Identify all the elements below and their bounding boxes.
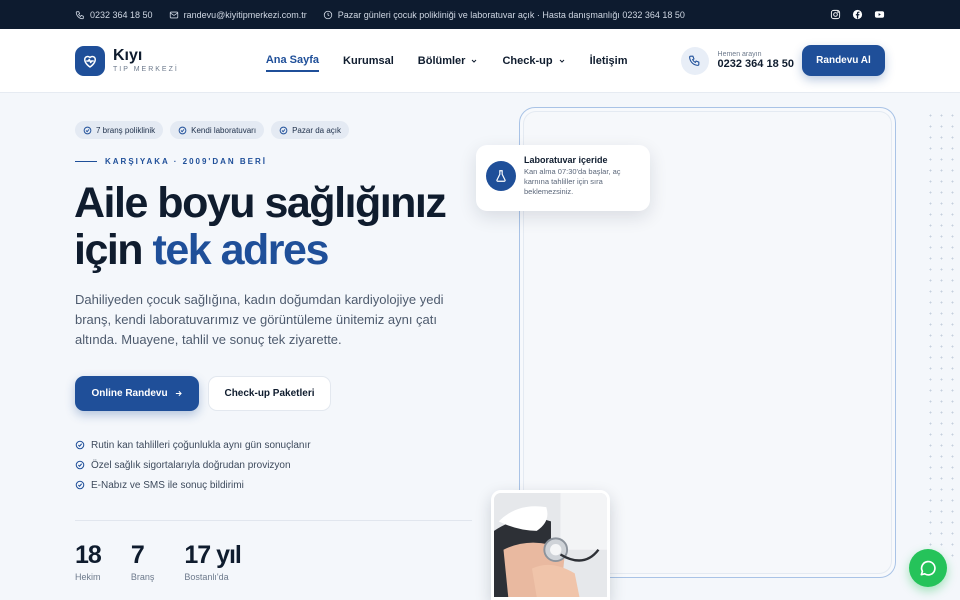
topbar-phone[interactable]: 0232 364 18 50: [75, 10, 153, 20]
hero-description: Dahiliyeden çocuk sağlığına, kadın doğum…: [75, 292, 444, 347]
nav-home[interactable]: Ana Sayfa: [265, 50, 320, 72]
topbar-email-text: randevu@kiyitipmerkezi.com.tr: [183, 9, 307, 20]
check-circle-icon: [75, 460, 85, 470]
online-appointment-button[interactable]: Online Randevu: [75, 376, 199, 411]
nav-departments[interactable]: Bölümler: [418, 50, 479, 72]
stat-years: 17 yıl Bostanlı'da: [184, 541, 242, 582]
hero-title: Aile boyu sağlığınız için tek adres: [74, 179, 447, 274]
logo-mark: [75, 45, 105, 76]
stat-branches: 7 Branş: [130, 541, 155, 582]
logo-subtitle: TIP MERKEZİ: [113, 66, 179, 73]
main-nav: Ana Sayfa Kurumsal Bölümler Check-up İle…: [265, 50, 628, 72]
check-circle-icon: [75, 440, 85, 450]
chip-sunday: Pazar da açık: [271, 121, 349, 139]
call-block[interactable]: Hemen arayın 0232 364 18 50: [680, 46, 794, 75]
feature-chips: 7 branş poliklinik Kendi laboratuvarı Pa…: [75, 121, 349, 139]
youtube-icon[interactable]: [873, 9, 885, 21]
benefit-item: Özel sağlık sigortalarıyla doğrudan prov…: [75, 455, 311, 475]
check-circle-icon: [75, 480, 85, 490]
phone-icon: [689, 55, 700, 66]
chevron-down-icon: [559, 59, 564, 63]
blood-pressure-illustration: [494, 493, 607, 597]
main-header: Kıyı TIP MERKEZİ Ana Sayfa Kurumsal Bölü…: [0, 29, 960, 93]
benefit-item: Rutin kan tahlilleri çoğunlukla aynı gün…: [75, 435, 311, 455]
check-circle-icon: [83, 126, 92, 134]
clock-icon: [323, 10, 332, 19]
chip-lab: Kendi laboratuvarı: [170, 121, 265, 139]
topbar-phone-text: 0232 364 18 50: [90, 9, 153, 20]
heart-pulse-icon: [84, 55, 96, 68]
topbar-email[interactable]: randevu@kiyitipmerkezi.com.tr: [169, 10, 307, 20]
topbar-notice-text: Pazar günleri çocuk polikliniği ve labor…: [337, 9, 685, 20]
hero-eyebrow: KARŞIYAKA · 2009'DAN BERİ: [75, 157, 267, 166]
lab-icon-wrap: [486, 161, 516, 191]
checkup-packages-button[interactable]: Check-up Paketleri: [208, 376, 331, 411]
chip-polyclinic: 7 branş poliklinik: [75, 121, 164, 139]
lab-card-description: Kan alma 07:30'da başlar, aç karnına tah…: [524, 167, 621, 196]
lab-card-title: Laboratuvar içeride: [524, 155, 608, 165]
call-number: 0232 364 18 50: [717, 58, 794, 71]
whatsapp-icon: [920, 560, 936, 576]
phone-icon: [75, 10, 84, 19]
eyebrow-line: [75, 161, 97, 162]
stats-row: 18 Hekim 7 Branş 17 yıl Bostanlı'da: [75, 542, 271, 582]
nav-checkup[interactable]: Check-up: [502, 50, 565, 72]
blood-pressure-photo: [491, 490, 610, 600]
mail-icon: [169, 11, 178, 18]
check-circle-icon: [178, 126, 187, 134]
check-circle-icon: [279, 126, 288, 134]
dot-pattern: [925, 110, 960, 560]
benefit-item: E-Nabız ve SMS ile sonuç bildirimi: [75, 475, 311, 495]
stat-doctors: 18 Hekim: [75, 541, 102, 582]
hero-title-line1: Aile boyu sağlığınız: [74, 179, 447, 227]
hero-title-accent: tek adres: [152, 226, 330, 274]
flask-icon: [496, 170, 506, 182]
stats-divider: [75, 520, 472, 521]
social-links: [829, 9, 885, 21]
facebook-icon[interactable]: [851, 9, 863, 21]
lab-info-card: Laboratuvar içeride Kan alma 07:30'da ba…: [476, 145, 650, 211]
logo[interactable]: Kıyı TIP MERKEZİ: [75, 45, 179, 76]
arrow-right-icon: [175, 390, 182, 397]
call-icon-wrap: [680, 46, 709, 75]
top-bar: 0232 364 18 50 randevu@kiyitipmerkezi.co…: [0, 0, 960, 29]
nav-contact[interactable]: İletişim: [590, 50, 628, 72]
hero-title-line2: için tek adres: [74, 226, 330, 274]
whatsapp-button[interactable]: [909, 549, 947, 587]
appointment-button[interactable]: Randevu Al: [802, 45, 885, 76]
logo-name: Kıyı: [113, 47, 143, 64]
instagram-icon[interactable]: [829, 9, 841, 21]
nav-about[interactable]: Kurumsal: [343, 50, 394, 72]
topbar-notice: Pazar günleri çocuk polikliniği ve labor…: [323, 10, 685, 20]
call-label: Hemen arayın: [717, 50, 762, 58]
chevron-down-icon: [472, 59, 477, 63]
benefit-list: Rutin kan tahlilleri çoğunlukla aynı gün…: [75, 435, 311, 495]
